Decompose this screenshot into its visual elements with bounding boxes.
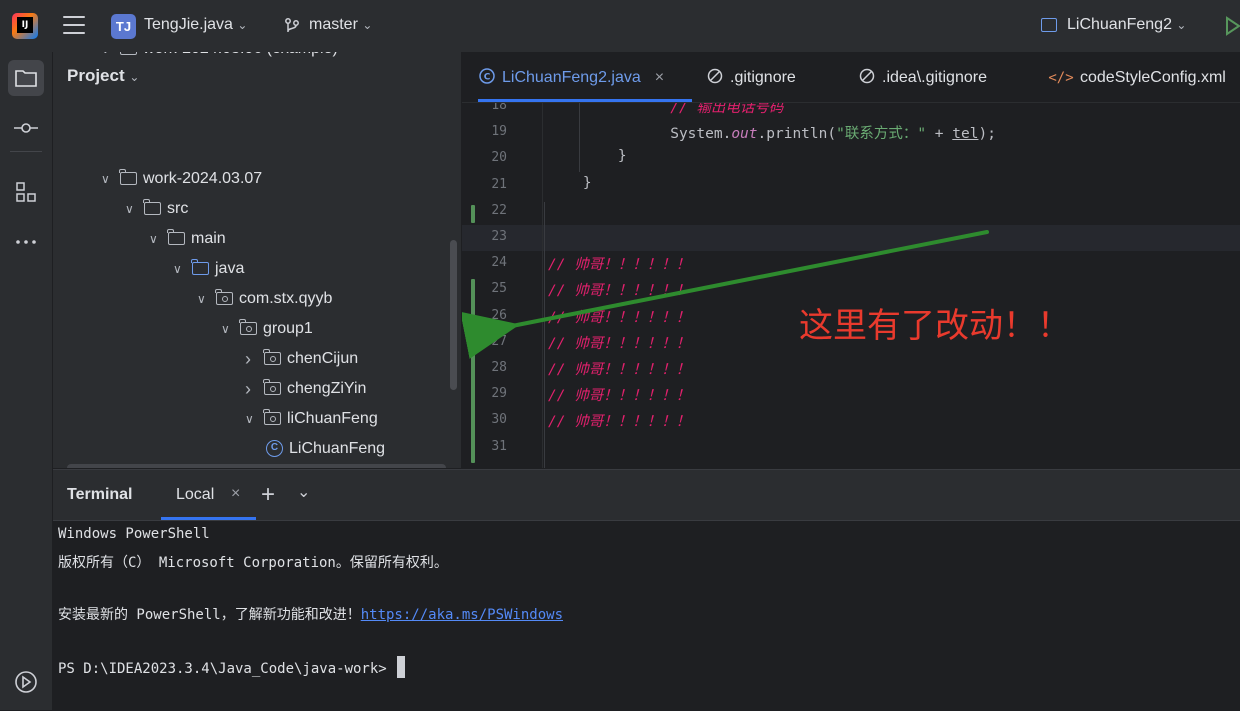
- tree-item[interactable]: › chenCijun: [53, 344, 461, 374]
- project-name: TengJie.java: [144, 16, 233, 33]
- tree-item-label: work-2024.03.06 (example): [143, 52, 338, 64]
- chevron-right-icon[interactable]: ›: [245, 374, 251, 404]
- tree-item-label: LiChuanFeng: [289, 440, 386, 457]
- terminal-tab-local[interactable]: Local ×: [161, 470, 256, 520]
- project-selector[interactable]: TengJie.java ⌄: [144, 16, 247, 34]
- commit-tool-button[interactable]: [8, 110, 44, 146]
- tree-item[interactable]: C LiChuanFeng: [53, 434, 461, 464]
- project-panel: Project ⌄ ∨work-2024.03.06 (example)∨wor…: [53, 52, 461, 468]
- tree-item[interactable]: ∨ java: [53, 254, 461, 284]
- tool-window-strip: [0, 52, 53, 710]
- run-config-icon: [1041, 18, 1057, 32]
- chevron-down-icon: ⌄: [362, 18, 373, 32]
- tree-item-label: group1: [263, 320, 313, 337]
- tree-item[interactable]: CLiChuanFeng2: [67, 464, 446, 468]
- chevron-down-icon[interactable]: ∨: [101, 164, 110, 194]
- tree-item-label: chengZiYin: [287, 380, 367, 397]
- project-tool-button[interactable]: [8, 60, 44, 96]
- package-icon: [215, 289, 233, 305]
- chevron-down-icon[interactable]: ∨: [125, 194, 134, 224]
- chevron-down-icon[interactable]: ⌄: [297, 482, 310, 502]
- class-icon: C: [266, 440, 283, 457]
- tree-item[interactable]: › chengZiYin: [53, 374, 461, 404]
- chevron-down-icon[interactable]: ∨: [101, 52, 110, 64]
- tree-item[interactable]: ∨ main: [53, 224, 461, 254]
- terminal-header: Terminal Local × + ⌄: [53, 470, 1240, 521]
- strip-divider: [10, 151, 42, 152]
- run-config-selector[interactable]: LiChuanFeng2 ⌄: [1067, 16, 1186, 34]
- folder-icon: [119, 169, 137, 185]
- folder-icon: [120, 52, 137, 55]
- package-icon: [263, 409, 281, 425]
- terminal-line: 版权所有（C） Microsoft Corporation。保留所有权利。: [58, 555, 448, 571]
- chevron-right-icon[interactable]: ›: [245, 344, 251, 374]
- services-tool-button[interactable]: [8, 664, 44, 700]
- terminal-line: PS D:\IDEA2023.3.4\Java_Code\java-work>: [58, 656, 406, 678]
- main-menu-icon[interactable]: [63, 16, 85, 36]
- terminal-tab-label: Local: [176, 486, 215, 503]
- terminal-panel: Terminal Local × + ⌄ Windows PowerShell 版…: [53, 469, 1240, 711]
- chevron-down-icon[interactable]: ∨: [245, 404, 254, 434]
- folder-icon: [167, 229, 185, 245]
- chevron-down-icon[interactable]: ∨: [197, 284, 206, 314]
- package-dot: [222, 296, 228, 302]
- package-dot: [270, 416, 276, 422]
- tree-item-label: main: [191, 230, 226, 247]
- tree-item[interactable]: ∨ src: [53, 194, 461, 224]
- terminal-title: Terminal: [67, 486, 133, 503]
- terminal-line: Windows PowerShell: [58, 526, 210, 542]
- tree-item-label: LiChuanFeng2: [289, 464, 394, 468]
- package-icon: [263, 349, 281, 365]
- tree-item-label: java: [215, 260, 245, 277]
- package-icon: [239, 319, 257, 335]
- structure-tool-button[interactable]: [8, 174, 44, 210]
- tree-item-label: liChuanFeng: [287, 410, 378, 427]
- new-tab-icon[interactable]: +: [261, 481, 275, 509]
- run-config-name: LiChuanFeng2: [1067, 16, 1172, 33]
- terminal-output[interactable]: Windows PowerShell 版权所有（C） Microsoft Corp…: [53, 521, 1240, 711]
- close-icon[interactable]: ×: [231, 485, 240, 503]
- tree-item[interactable]: ∨ group1: [53, 314, 461, 344]
- branch-icon: [283, 17, 301, 40]
- intellij-logo-icon[interactable]: [12, 13, 38, 39]
- terminal-cursor: [397, 656, 406, 678]
- tree-item-label: src: [167, 200, 189, 217]
- package-dot: [270, 386, 276, 392]
- editor-area: 18 // 输出电话号码 19 System.out.println("联系方式：…: [462, 52, 1240, 468]
- chevron-down-icon[interactable]: ∨: [173, 254, 182, 284]
- tree-item-label: work-2024.03.07: [143, 170, 263, 187]
- branch-selector[interactable]: master ⌄: [309, 16, 372, 34]
- tree-item[interactable]: ∨ work-2024.03.06 (example): [53, 52, 461, 64]
- title-bar: TJ TengJie.java ⌄ master ⌄ LiChuanFeng2 …: [0, 0, 1240, 53]
- package-dot: [246, 326, 252, 332]
- annotation-arrow: [462, 230, 989, 359]
- terminal-line: 安装最新的 PowerShell，了解新功能和改进！https://aka.ms…: [58, 607, 564, 623]
- package-dot: [270, 356, 276, 362]
- tree-scrollbar[interactable]: [450, 240, 457, 390]
- tree-item-label: com.stx.qyyb: [239, 290, 333, 307]
- package-icon: [263, 379, 281, 395]
- tree-item-label: chenCijun: [287, 350, 359, 367]
- tree-item[interactable]: ∨ work-2024.03.07: [53, 164, 461, 194]
- chevron-down-icon: ⌄: [1176, 18, 1187, 32]
- powershell-link[interactable]: https://aka.ms/PSWindows: [361, 607, 563, 623]
- chevron-down-icon[interactable]: ∨: [221, 314, 230, 344]
- chevron-down-icon[interactable]: ∨: [149, 224, 158, 254]
- branch-name: master: [309, 16, 358, 33]
- source-folder-icon: [191, 259, 209, 275]
- more-tools-icon[interactable]: [8, 224, 44, 260]
- folder-icon: [143, 199, 161, 215]
- tree-item[interactable]: ∨ liChuanFeng: [53, 404, 461, 434]
- tree-item[interactable]: ∨ com.stx.qyyb: [53, 284, 461, 314]
- run-icon[interactable]: [1225, 16, 1240, 41]
- chevron-down-icon: ⌄: [237, 18, 248, 32]
- project-badge[interactable]: TJ: [111, 14, 136, 39]
- project-tree: ∨ work-2024.03.06 (example) ∨ work-2024.03.…: [53, 52, 461, 468]
